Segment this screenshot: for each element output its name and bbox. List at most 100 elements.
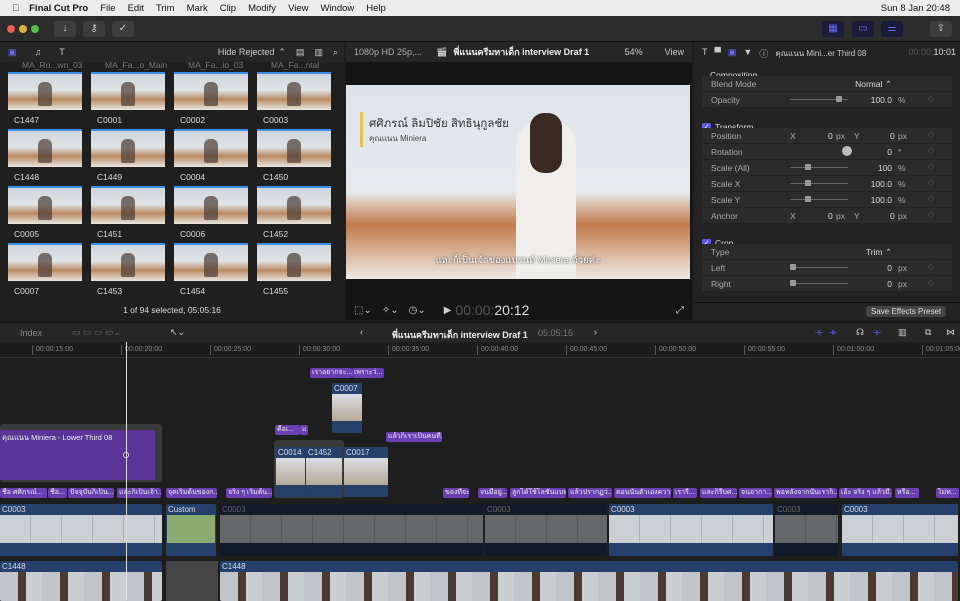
scale_x-value[interactable]: 100.0 (871, 179, 892, 189)
keyframe-icon[interactable]: ◇ (928, 262, 934, 271)
primary-clip[interactable]: C0003 (485, 504, 607, 556)
clip-thumbnail[interactable] (91, 72, 165, 110)
back-icon[interactable]: ‹ (360, 327, 363, 337)
keyframe-icon[interactable]: ◇ (928, 130, 934, 139)
zoom-window-button[interactable] (31, 25, 39, 33)
connected-clip[interactable]: C1452 (306, 447, 342, 497)
secondary-clip[interactable]: C1448 (0, 561, 162, 601)
filter-popup[interactable]: Hide Rejected (218, 47, 275, 57)
right-slider[interactable] (790, 280, 848, 286)
caption-clip[interactable]: จริง ๆ เริ่มต้น... (226, 488, 272, 498)
close-window-button[interactable] (7, 25, 15, 33)
timeline-toggle-icon[interactable]: ▭ (852, 21, 874, 37)
keyframe-icon[interactable]: ◇ (928, 146, 934, 155)
titles-icon[interactable]: T (59, 47, 65, 57)
browser-toggle-icon[interactable]: ▦ (822, 21, 844, 37)
primary-clip[interactable]: C0003 (842, 504, 958, 556)
playhead[interactable] (126, 342, 127, 600)
clip-thumbnail[interactable] (8, 72, 82, 110)
clip-thumbnail[interactable] (91, 129, 165, 167)
retime-icon[interactable]: ◷⌄ (409, 305, 426, 316)
keyword-icon[interactable]: ⚷ (83, 21, 105, 37)
anchor-x-value[interactable]: 0 (828, 211, 833, 221)
caption-clip[interactable]: คือเ... (275, 425, 300, 435)
caption-clip[interactable]: เอ้ะ จริง ๆ แล้วมี... (839, 488, 892, 498)
info-icon[interactable]: ⓘ (759, 47, 768, 60)
caption-clip[interactable]: เรารี... (673, 488, 697, 498)
caption-clip[interactable]: เพราะว่... (352, 368, 384, 378)
caption-clip[interactable]: ของที่จะ... (443, 488, 469, 498)
slider-thumb[interactable] (804, 164, 811, 170)
caption-clip[interactable]: ตอนนั้นตัวเองความ... (614, 488, 671, 498)
caption-clip[interactable]: แ (300, 425, 308, 435)
video-inspector-icon[interactable]: ▣ (728, 47, 737, 60)
blend-mode-popup[interactable]: Normal ⌃ (855, 79, 892, 90)
opacity_label-value[interactable]: 100.0 (871, 95, 892, 105)
caption-clip[interactable]: ชื่อ... (48, 488, 67, 498)
fullscreen-icon[interactable]: ⤢ (676, 305, 684, 316)
clip-thumbnail[interactable] (91, 243, 165, 281)
clip-thumbnail[interactable] (8, 186, 82, 224)
connected-clip[interactable]: C0014 (276, 447, 305, 497)
clip-thumbnail[interactable] (257, 243, 331, 281)
apple-icon[interactable]:  (12, 3, 19, 14)
caption-clip[interactable]: ปัจจุบันก็เป็น... (68, 488, 114, 498)
menu-mark[interactable]: Mark (187, 3, 208, 14)
color-inspector-icon[interactable]: ▼ (743, 47, 752, 60)
caption-clip[interactable]: และก็เป็นเจ้า... (117, 488, 161, 498)
scale_y-value[interactable]: 100.0 (871, 195, 892, 205)
snapping-icon[interactable]: ⟛ (873, 327, 881, 338)
primary-clip[interactable]: C0003 (0, 504, 162, 556)
zoom-popup[interactable]: 54% (625, 47, 643, 57)
menu-help[interactable]: Help (366, 3, 386, 14)
share-icon[interactable]: ⇪ (930, 21, 952, 37)
edit-buttons-icon[interactable]: ▭ ▭ ▭ ▭⌄ (72, 327, 121, 338)
keyframe-icon[interactable]: ◇ (928, 278, 934, 287)
menu-edit[interactable]: Edit (128, 3, 144, 14)
search-icon[interactable]: ⌕ (333, 47, 338, 58)
menu-modify[interactable]: Modify (248, 3, 276, 14)
clip-thumbnail[interactable] (91, 186, 165, 224)
caption-clip[interactable]: จนมีอยู่... (478, 488, 507, 498)
connected-clip[interactable]: C0017 (344, 447, 388, 497)
scale_x-slider[interactable] (790, 180, 848, 186)
position-y-value[interactable]: 0 (890, 131, 895, 141)
slider-thumb[interactable] (790, 280, 796, 286)
effects-browser-icon[interactable]: ⧉ (925, 327, 931, 338)
caption-clip[interactable]: ชื่อ ศศิภรณ์... (0, 488, 47, 498)
clip-thumbnail[interactable] (174, 186, 248, 224)
caption-clip[interactable]: ลูกได้ใช้โลชั่นแบท... (510, 488, 566, 498)
clip-thumbnail[interactable] (174, 129, 248, 167)
keyframe-icon[interactable]: ◇ (928, 194, 934, 203)
slider-thumb[interactable] (790, 264, 796, 270)
menu-trim[interactable]: Trim (156, 3, 175, 14)
menu-clip[interactable]: Clip (220, 3, 236, 14)
text-inspector-icon[interactable]: T (702, 47, 708, 60)
clip-thumbnail[interactable] (174, 243, 248, 281)
enhance-icon[interactable]: ✧⌄ (382, 305, 399, 316)
primary-clip[interactable]: C0003 (775, 504, 838, 556)
inspector-toggle-icon[interactable]: ⚌ (881, 21, 903, 37)
caption-clip[interactable]: พอหลังจากนั้นเราก็... (774, 488, 837, 498)
anchor-y-value[interactable]: 0 (890, 211, 895, 221)
view-popup[interactable]: View (665, 47, 684, 57)
primary-clip[interactable]: Custom (166, 504, 216, 556)
title-clip-lower-third[interactable]: คุณแนน Miniera - Lower Third 08 (0, 430, 155, 480)
menu-file[interactable]: File (100, 3, 115, 14)
clip-thumbnail[interactable] (174, 72, 248, 110)
headphones-icon[interactable]: ☊ (856, 327, 864, 338)
crop-type-popup[interactable]: Trim ⌃ (866, 247, 892, 258)
minimize-window-button[interactable] (19, 25, 27, 33)
scale_all-slider[interactable] (790, 164, 848, 170)
title-inspector-icon[interactable]: ▀ (715, 47, 721, 60)
save-effects-preset-button[interactable]: Save Effects Preset (866, 306, 947, 317)
keyframe-icon[interactable]: ◇ (928, 162, 934, 171)
clip-thumbnail[interactable] (8, 243, 82, 281)
caption-clip[interactable]: จุดเริ่มต้นของก... (166, 488, 217, 498)
rotation-dial[interactable] (842, 146, 852, 156)
right-value[interactable]: 0 (887, 279, 892, 289)
import-icon[interactable]: ↓ (54, 21, 76, 37)
filmstrip-icon[interactable]: ▥ (314, 47, 323, 58)
keyframe-icon[interactable]: ◇ (928, 210, 934, 219)
gap-clip[interactable] (166, 561, 218, 601)
